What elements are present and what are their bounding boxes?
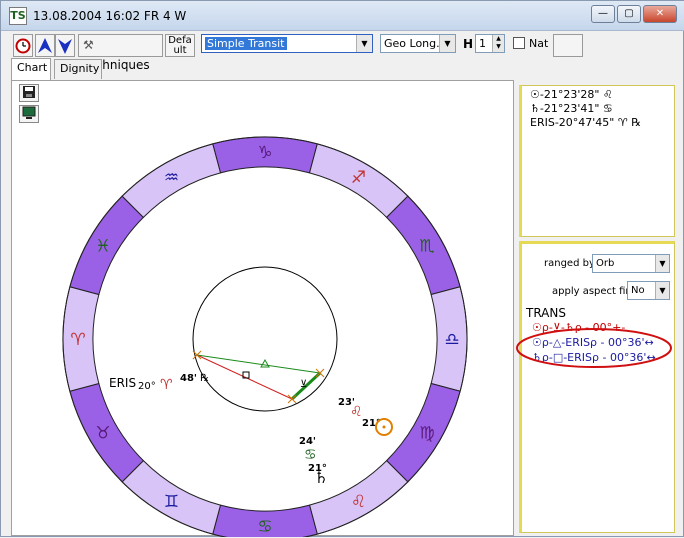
trine-symbol [260,358,270,368]
position-sun: ☉-21°23'28" ♌ [530,88,613,101]
default-button[interactable]: Defa ult [165,34,195,57]
conjunction-symbol: ⊻ [300,379,307,390]
saturn-icon: ♄ [530,102,540,115]
zodiac-sign-icon: ♌ [351,492,366,512]
zodiac-sign-icon: ♓ [95,237,110,257]
position-eris: ERIS-20°47'45" ♈ ℞ [530,116,642,129]
zodiac-sign-icon: ♒ [164,168,179,188]
maximize-button[interactable]: ▢ [617,5,641,23]
saturn-minutes: 24' [299,436,316,447]
minimize-button[interactable]: — [591,5,615,23]
position-saturn: ♄-21°23'41" ♋ [530,102,613,115]
window-title: 13.08.2004 16:02 FR 4 W [33,9,187,23]
sun-sign: ♌ [350,404,363,420]
h-spinner[interactable]: 1 ▲ ▼ [475,34,505,53]
trans-header: TRANS [526,306,566,320]
app-window: TS 13.08.2004 16:02 FR 4 W — ▢ ✕ ⚒Techni… [0,0,684,537]
zodiac-sign-icon: ♋ [257,517,272,537]
saturn-glyph-icon: ♄ [314,468,328,487]
h-value: 1 [479,37,486,50]
zodiac-sign-icon: ♑ [257,143,272,163]
h-label: H [463,37,474,51]
line-tick-marks [192,350,325,404]
coordinate-select[interactable]: Geo Long. ▼ [380,34,456,53]
zodiac-ring: ♑ ♐ ♏ ♎ ♍ ♌ ♋ ♊ ♉ ♈ ♓ ♒ [62,136,468,537]
arrow-up-icon[interactable] [35,34,55,57]
zodiac-sign-icon: ♈ [70,330,85,350]
saturn-sign: ♋ [304,447,317,463]
eris-sign: ♈ [160,377,173,393]
eris-degree: 20° [138,381,156,392]
blank-button[interactable] [553,34,583,57]
nat-checkbox[interactable] [513,37,525,49]
inner-circle [192,266,338,412]
toolbar: ⚒Techniques Defa ult Simple Transit ▼ Ge… [1,31,684,72]
clock-icon[interactable] [13,34,33,57]
positions-panel: ☉-21°23'28" ♌ ♄-21°23'41" ♋ ERIS-20°47'4… [519,85,675,237]
sun-degree: 21° [362,418,381,429]
techniques-button[interactable]: ⚒Techniques [78,34,163,72]
ranged-by-value: Orb [596,258,615,269]
zodiac-sign-icon: ♐ [351,168,366,188]
chevron-down-icon: ▼ [655,255,669,272]
chart-type-select[interactable]: Simple Transit ▼ [201,34,373,53]
zodiac-sign-icon: ♉ [95,424,110,444]
sun-glyph-dot [382,425,386,429]
spinner-arrows-icon[interactable]: ▲ ▼ [492,35,504,52]
aspects-panel: ranged by Orb ▼ apply aspect first No ▼ … [519,241,675,533]
apply-aspect-value: No [631,285,645,296]
sun-icon: ☉ [530,88,540,101]
app-icon: TS [9,7,27,25]
eris-label: ERIS [109,376,136,390]
chart-panel: ♑ ♐ ♏ ♎ ♍ ♌ ♋ ♊ ♉ ♈ ♓ ♒ ⊻ ERIS 20° ♈ 48' ℞ 23' ♌ 21… [11,80,514,537]
zodiac-sign-icon: ♍ [419,424,434,444]
eris-retrograde: ℞ [200,373,209,384]
chevron-down-icon: ▼ [439,35,455,52]
nat-label: Nat [529,37,549,50]
aspect-line[interactable]: ♄ρ-□-ERISρ - 00°36'↔ [532,351,656,364]
chart-type-value: Simple Transit [205,37,287,50]
tools-icon: ⚒ [83,38,94,52]
zodiac-sign-icon: ♊ [164,492,179,512]
aspect-line[interactable]: ☉ρ-△-ERISρ - 00°36'↔ [532,336,654,349]
coordinate-value: Geo Long. [384,37,440,50]
eris-minutes: 48' [180,373,197,384]
aspect-line[interactable]: ☉ρ-⊻-♄ρ - 00°+- [532,321,625,334]
tab-chart[interactable]: Chart [11,58,51,80]
chevron-down-icon: ▼ [655,282,669,299]
ranged-by-label: ranged by [544,258,595,269]
zodiac-sign-icon: ♎ [444,330,459,350]
tab-dignity[interactable]: Dignity [54,59,102,79]
arrow-down-icon[interactable] [55,34,75,57]
close-button[interactable]: ✕ [643,5,677,23]
apply-aspect-select[interactable]: No ▼ [627,281,670,300]
title-bar: TS 13.08.2004 16:02 FR 4 W — ▢ ✕ [1,1,684,31]
chart-wheel: ♑♐♏♎♍♌♋♊♉♈♓♒ ⊻ ERIS 20° ♈ 48' ℞ 23' ♌ 21… [62,136,468,537]
ranged-by-select[interactable]: Orb ▼ [592,254,670,273]
zodiac-sign-icon: ♏ [419,237,434,257]
apply-aspect-label: apply aspect first [552,286,639,297]
chevron-down-icon: ▼ [356,35,372,52]
